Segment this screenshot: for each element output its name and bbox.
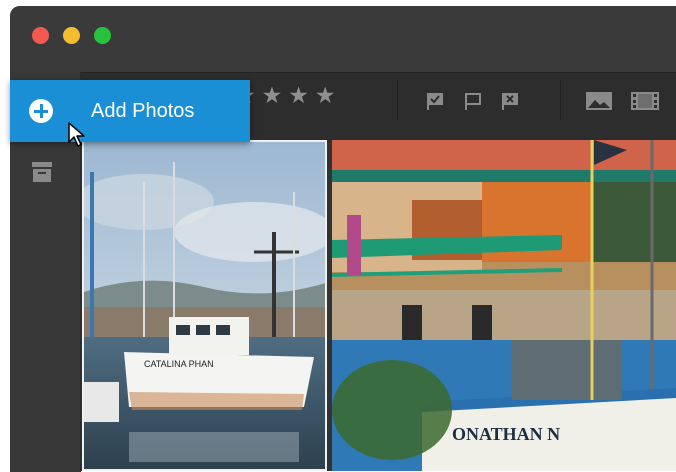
add-icon [29, 99, 53, 123]
title-bar [10, 6, 676, 72]
add-photos-label: Add Photos [91, 100, 195, 122]
svg-text:ONATHAN N: ONATHAN N [452, 424, 560, 444]
toolbar-divider [397, 80, 398, 120]
video-filter-icon[interactable] [630, 91, 660, 111]
zoom-button[interactable] [94, 27, 111, 44]
flag-icon[interactable] [463, 91, 483, 111]
archive-icon[interactable] [30, 160, 54, 184]
flag-reject-icon[interactable] [500, 91, 520, 111]
close-button[interactable] [32, 27, 49, 44]
add-photos-button[interactable]: Add Photos [10, 80, 250, 142]
photo-filter-icon[interactable] [585, 91, 613, 111]
svg-text:CATALINA PHAN: CATALINA PHAN [144, 359, 214, 369]
mouse-pointer-icon [68, 122, 85, 147]
flag-pick-icon[interactable] [425, 91, 445, 111]
minimize-button[interactable] [63, 27, 80, 44]
toolbar-divider [560, 80, 561, 120]
photo-thumbnail-marina-boat[interactable]: CATALINA PHAN [82, 140, 327, 471]
photo-thumbnail-harbor-boat[interactable]: ONATHAN N [332, 140, 676, 471]
rating-stars[interactable]: ★★★★ [235, 82, 341, 109]
